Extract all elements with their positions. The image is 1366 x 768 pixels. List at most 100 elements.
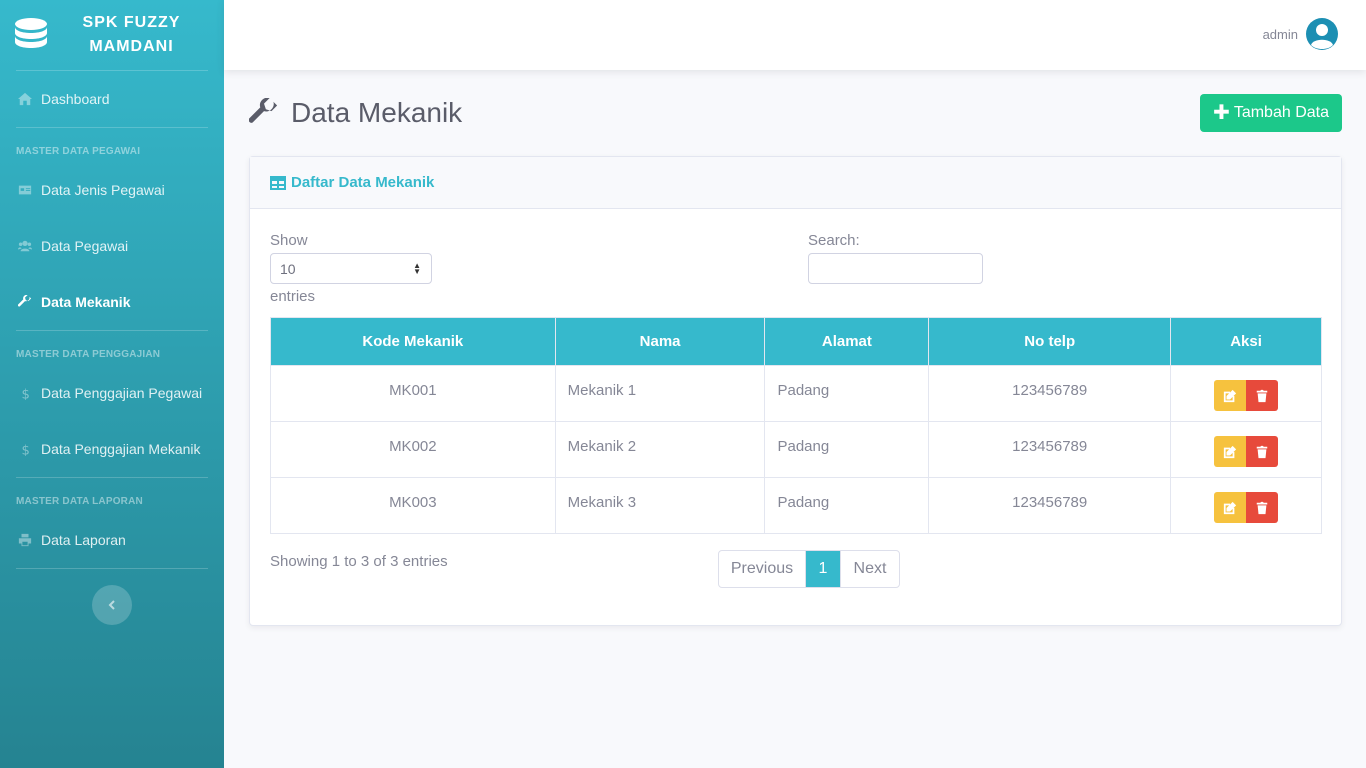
avatar[interactable] (1306, 18, 1338, 50)
cell-kode: MK001 (270, 365, 556, 422)
sidebar-item-label: Data Laporan (41, 532, 126, 548)
sidebar-item-label: Data Jenis Pegawai (41, 182, 165, 198)
sidebar-item-label: Data Penggajian Mekanik (41, 441, 201, 457)
sidebar-item-jenis-pegawai[interactable]: Data Jenis Pegawai (0, 162, 224, 218)
delete-button[interactable] (1246, 380, 1279, 411)
table-row: MK002 Mekanik 2 Padang 123456789 (270, 421, 1322, 478)
wrench-icon (249, 98, 278, 123)
wrench-icon (17, 294, 33, 310)
svg-text:$: $ (22, 443, 30, 456)
trash-icon (1256, 445, 1268, 458)
sidebar-item-label: Dashboard (41, 91, 110, 107)
table-header-row: Kode Mekanik Nama Alamat No telp Aksi (270, 317, 1322, 366)
pagination-next[interactable]: Next (840, 551, 899, 587)
select-arrows-icon: ▲ ▼ (413, 261, 421, 276)
edit-icon (1223, 445, 1237, 458)
delete-button[interactable] (1246, 436, 1279, 467)
edit-icon (1223, 501, 1237, 514)
cell-alamat: Padang (764, 477, 930, 534)
table-row: MK003 Mekanik 3 Padang 123456789 (270, 477, 1322, 534)
column-header[interactable]: Kode Mekanik (270, 317, 556, 366)
home-icon (17, 91, 33, 107)
table-info: Showing 1 to 3 of 3 entries (270, 553, 448, 570)
sidebar-divider (16, 568, 208, 569)
page-size-value: 10 (280, 260, 296, 277)
sidebar-toggle-button[interactable] (92, 585, 132, 625)
cell-aksi (1170, 421, 1322, 478)
topbar: admin (224, 0, 1366, 70)
sidebar-item-laporan[interactable]: Data Laporan (0, 512, 224, 568)
brand[interactable]: SPK FUZZY MAMDANI (0, 0, 224, 70)
pagination-page-1[interactable]: 1 (806, 551, 840, 587)
card-title: Daftar Data Mekanik (291, 174, 435, 191)
add-data-label: Tambah Data (1233, 104, 1329, 121)
column-header[interactable]: No telp (928, 317, 1172, 366)
cell-aksi (1170, 365, 1322, 422)
cell-alamat: Padang (764, 365, 930, 422)
column-header[interactable]: Alamat (764, 317, 930, 366)
database-icon (15, 18, 47, 48)
pagination: Previous 1 Next (718, 550, 900, 588)
sidebar-heading: MASTER DATA PENGGAJIAN (16, 349, 161, 360)
column-header: Aksi (1170, 317, 1322, 366)
edit-button[interactable] (1214, 380, 1247, 411)
chevron-left-icon (108, 600, 115, 610)
dollar-icon: $ (17, 385, 33, 401)
print-icon (17, 532, 33, 548)
dollar-icon: $ (17, 441, 33, 457)
sidebar-item-penggajian-pegawai[interactable]: $ Data Penggajian Pegawai (0, 365, 224, 421)
user-icon (1311, 24, 1333, 49)
main-content: Data Mekanik ✚ Tambah Data Daftar Data M… (249, 94, 1342, 626)
trash-icon (1256, 501, 1268, 514)
sidebar-item-dashboard[interactable]: Dashboard (0, 71, 224, 127)
brand-line-1: SPK FUZZY (82, 14, 181, 31)
cell-alamat: Padang (764, 421, 930, 478)
cell-aksi (1170, 477, 1322, 534)
page-title: Data Mekanik (249, 97, 462, 129)
page-header: Data Mekanik ✚ Tambah Data (249, 94, 1342, 132)
show-label: Show (270, 232, 308, 249)
brand-name: SPK FUZZY MAMDANI (49, 11, 224, 59)
action-group (1214, 492, 1279, 523)
page-size-select[interactable]: 10 ▲ ▼ (270, 253, 432, 284)
edit-icon (1223, 389, 1237, 402)
delete-button[interactable] (1246, 492, 1279, 523)
search-label: Search: (808, 232, 860, 249)
cell-nama: Mekanik 1 (554, 365, 766, 422)
page-title-text: Data Mekanik (291, 97, 463, 128)
pagination-previous[interactable]: Previous (719, 551, 806, 587)
data-card: Daftar Data Mekanik Show 10 ▲ ▼ entries S… (249, 156, 1342, 626)
search-input[interactable] (808, 253, 983, 284)
user-name: admin (1262, 26, 1298, 42)
cell-nama: Mekanik 3 (554, 477, 766, 534)
card-body: Show 10 ▲ ▼ entries Search: Kode Mekanik … (250, 209, 1341, 630)
mekanik-table: Kode Mekanik Nama Alamat No telp Aksi MK… (270, 317, 1322, 534)
sidebar-item-pegawai[interactable]: Data Pegawai (0, 218, 224, 274)
cell-kode: MK002 (270, 421, 556, 478)
user-menu[interactable]: admin (1263, 18, 1338, 50)
edit-button[interactable] (1214, 492, 1247, 523)
cell-telp: 123456789 (928, 477, 1172, 534)
action-group (1214, 380, 1279, 411)
sidebar-item-penggajian-mekanik[interactable]: $ Data Penggajian Mekanik (0, 421, 224, 477)
id-card-icon (17, 182, 33, 198)
sidebar-item-mekanik[interactable]: Data Mekanik (0, 274, 224, 330)
users-icon (17, 238, 33, 254)
action-group (1214, 436, 1279, 467)
table-controls: Show 10 ▲ ▼ entries Search: (270, 229, 1321, 317)
trash-icon (1256, 389, 1268, 402)
sidebar: SPK FUZZY MAMDANI Dashboard MASTER DATA … (0, 0, 224, 768)
edit-button[interactable] (1214, 436, 1247, 467)
sidebar-item-label: Data Pegawai (41, 238, 129, 254)
cell-telp: 123456789 (928, 421, 1172, 478)
sidebar-heading: MASTER DATA LAPORAN (16, 496, 143, 507)
table-row: MK001 Mekanik 1 Padang 123456789 (270, 365, 1322, 422)
sidebar-heading: MASTER DATA PEGAWAI (16, 146, 141, 157)
column-header[interactable]: Nama (554, 317, 766, 366)
table-icon (270, 175, 286, 190)
add-data-button[interactable]: ✚ Tambah Data (1200, 94, 1342, 132)
sidebar-item-label: Data Mekanik (41, 294, 131, 310)
brand-line-2: MAMDANI (89, 38, 174, 55)
card-header: Daftar Data Mekanik (250, 157, 1341, 209)
svg-text:$: $ (22, 387, 30, 400)
